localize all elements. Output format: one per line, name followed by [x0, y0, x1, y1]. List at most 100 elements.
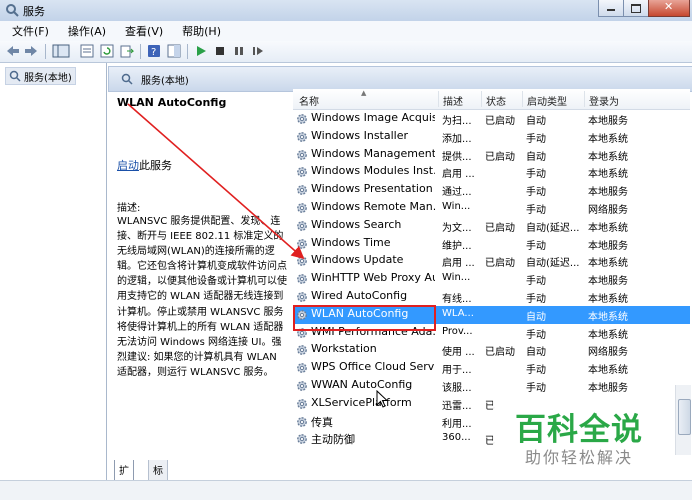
menu-help[interactable]: 帮助(H) [170, 23, 228, 39]
service-row[interactable]: Windows Presentation ... 通过... 手动 本地服务 [293, 181, 690, 199]
service-description: 使用 ... [442, 347, 475, 359]
service-row[interactable]: Windows Search 为文... 已启动 自动(延迟... 本地系统 [293, 217, 690, 235]
service-logon: 本地系统 [588, 258, 628, 270]
minimize-button[interactable] [598, 0, 624, 17]
service-name: Windows Modules Inst... [311, 164, 435, 178]
maximize-button[interactable] [623, 0, 649, 17]
service-gear-icon [297, 345, 307, 356]
toolbar: ? [0, 41, 692, 63]
service-row[interactable]: Windows Installer 添加... 手动 本地系统 [293, 128, 690, 146]
sort-indicator-icon: ▲ [361, 89, 367, 97]
service-startup-type: 手动 [526, 187, 546, 199]
pause-service-icon[interactable] [232, 44, 246, 58]
menu-action[interactable]: 操作(A) [56, 23, 113, 39]
service-name: Windows Update [311, 253, 404, 267]
service-description: 维护... [442, 240, 472, 252]
service-row[interactable]: Windows Time 维护... 手动 本地服务 [293, 235, 690, 253]
service-description: 为文... [442, 222, 472, 234]
stop-service-icon[interactable] [213, 44, 227, 58]
menu-file[interactable]: 文件(F) [0, 23, 56, 39]
service-row[interactable]: Wired AutoConfig 有线... 手动 本地系统 [293, 288, 690, 306]
column-header-name[interactable]: 名称 [299, 93, 319, 108]
service-gear-icon [297, 238, 307, 249]
service-gear-icon [297, 185, 307, 196]
console-tree-icon[interactable] [52, 44, 70, 58]
service-gear-icon [297, 131, 307, 142]
service-row[interactable]: Windows Management ... 提供... 已启动自动 本地系统 [293, 146, 690, 164]
service-row[interactable]: Windows Modules Inst... 启用 ... 手动 本地系统 [293, 163, 690, 181]
status-bar [0, 480, 692, 500]
service-logon: 本地系统 [588, 329, 628, 341]
service-description: 启用 ... [442, 258, 475, 270]
service-startup-type: 手动 [526, 365, 546, 377]
service-logon: 本地系统 [588, 293, 628, 305]
service-startup-type: 自动(延迟... [526, 222, 580, 234]
service-status: 已启动 [485, 258, 515, 270]
column-header-status[interactable]: 状态 [486, 93, 506, 108]
close-button[interactable]: ✕ [648, 0, 690, 17]
menu-view[interactable]: 查看(V) [113, 23, 170, 39]
service-row[interactable]: WinHTTP Web Proxy Au... Win... 手动 本地服务 [293, 270, 690, 288]
service-row[interactable]: WPS Office Cloud Service 用于... 手动 本地系统 [293, 359, 690, 377]
service-row[interactable]: Windows Remote Man... Win... 手动 网络服务 [293, 199, 690, 217]
service-logon: 本地系统 [588, 222, 628, 234]
service-row[interactable]: Windows Image Acquis... 为扫... 已启动 自动 本地服务 [293, 110, 690, 128]
service-row[interactable]: Windows Update 启用 ... 已启动 自动(延迟... 本地系统 [293, 252, 690, 270]
service-description: Win... [442, 272, 471, 284]
service-description: 为扫... [442, 116, 472, 127]
service-description: 利用... [442, 418, 472, 430]
service-startup-type: 手动 [526, 169, 546, 181]
service-logon: 网络服务 [588, 347, 628, 359]
service-name: 传真 [311, 415, 333, 429]
services-rows: Windows Image Acquis... 为扫... 已启动 自动 本地服务 Win… [293, 110, 690, 448]
console-tree: 服务(本地) [0, 63, 107, 499]
back-icon[interactable] [6, 44, 20, 58]
title-bar: 服务 ✕ [0, 0, 692, 21]
service-gear-icon [297, 149, 307, 160]
start-service-link[interactable]: 启动 [117, 159, 139, 172]
service-description: 添加... [442, 133, 472, 145]
column-header-description[interactable]: 描述 [443, 93, 463, 108]
service-description: 用于... [442, 365, 472, 377]
start-service-icon[interactable] [194, 44, 208, 58]
service-logon: 本地系统 [588, 151, 628, 163]
service-name: WinHTTP Web Proxy Au... [311, 271, 435, 285]
column-header-logon[interactable]: 登录为 [589, 93, 619, 108]
tree-item-services-local[interactable]: 服务(本地) [5, 67, 76, 85]
service-status: 已启动 [485, 222, 515, 234]
forward-icon[interactable] [24, 44, 38, 58]
service-name: Windows Time [311, 235, 391, 249]
service-gear-icon [297, 167, 307, 178]
service-startup-type: 自动 [526, 116, 546, 127]
service-row[interactable]: WWAN AutoConfig 该服... 手动 本地服务 [293, 377, 690, 395]
service-description: 迅雷... [442, 400, 472, 412]
export-icon[interactable] [120, 44, 134, 58]
service-startup-type: 手动 [526, 240, 546, 252]
help-pane-icon[interactable] [167, 44, 181, 58]
window-title: 服务 [23, 5, 45, 18]
service-name: Workstation [311, 342, 377, 356]
service-logon: 本地系统 [588, 169, 628, 181]
service-description: Prov... [442, 325, 473, 337]
search-services-icon [121, 73, 133, 85]
service-gear-icon [297, 256, 307, 267]
help-icon[interactable]: ? [147, 44, 161, 58]
service-logon: 本地服务 [588, 240, 628, 252]
column-header-startup-type[interactable]: 启动类型 [527, 93, 567, 108]
service-row[interactable]: Workstation 使用 ... 已启动 自动 网络服务 [293, 341, 690, 359]
properties-icon[interactable] [80, 44, 94, 58]
service-gear-icon [297, 274, 307, 285]
service-startup-type: 手动 [526, 329, 546, 341]
scrollbar-thumb[interactable] [678, 399, 691, 435]
service-status: 已启动 [485, 151, 515, 163]
service-startup-type: 自动 [526, 151, 546, 163]
start-link-suffix: 此服务 [139, 159, 172, 172]
restart-service-icon[interactable] [251, 44, 265, 58]
service-description: 有线... [442, 293, 472, 305]
vertical-scrollbar[interactable] [675, 385, 691, 455]
mouse-cursor-icon [376, 390, 388, 408]
refresh-icon[interactable] [100, 44, 114, 58]
service-name: 主动防御 [311, 433, 355, 447]
service-title: WLAN AutoConfig [117, 96, 227, 109]
service-name: Windows Remote Man... [311, 199, 435, 213]
